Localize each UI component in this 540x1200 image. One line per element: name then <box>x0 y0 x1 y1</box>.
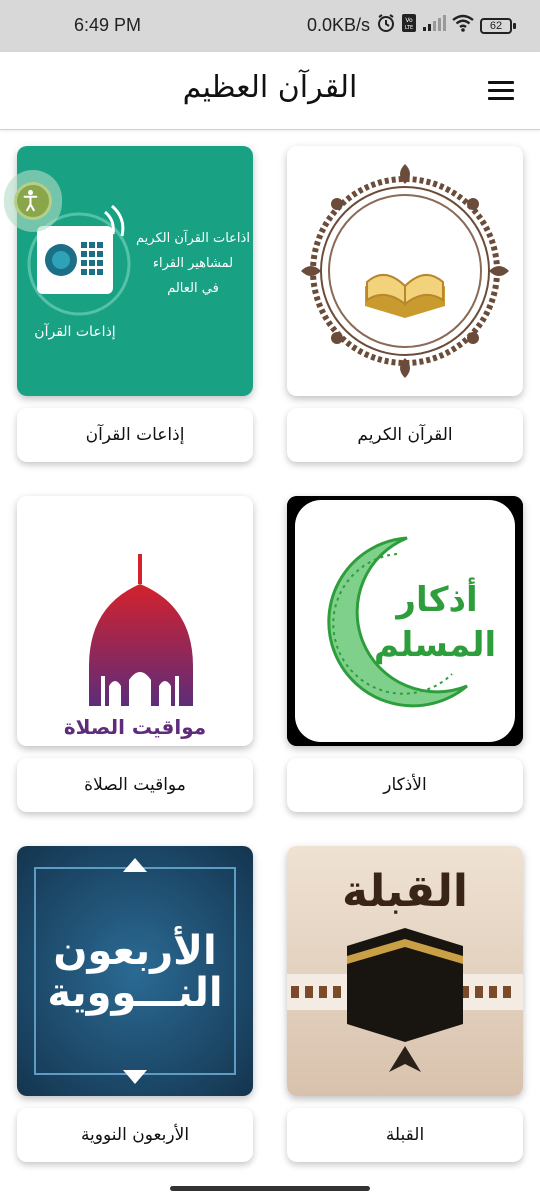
signal-icon <box>422 14 446 37</box>
radio-image-line-1: اذاعات القرآن الكريم <box>136 229 250 246</box>
quran-book-image <box>287 146 523 396</box>
alarm-icon <box>376 13 396 38</box>
azkar-image: أذكار المسلم <box>287 496 523 746</box>
nawawi-image-line-2: النـــووية <box>47 970 222 1016</box>
svg-text:LTE: LTE <box>405 25 413 31</box>
azkar-card[interactable]: أذكار المسلم <box>287 496 523 746</box>
qibla-card[interactable]: القبلة <box>287 846 523 1096</box>
quran-card[interactable] <box>287 146 523 396</box>
page-title: القرآن العظيم <box>182 70 358 105</box>
app-bar: القرآن العظيم <box>0 52 540 130</box>
qibla-image-caption: القبلة <box>342 866 468 917</box>
mosque-image: مواقيت الصلاة <box>17 496 253 746</box>
kaaba-image: القبلة <box>287 846 523 1096</box>
prayer-times-label[interactable]: مواقيت الصلاة <box>17 758 253 812</box>
nawawi-label[interactable]: الأربعون النووية <box>17 1108 253 1162</box>
home-indicator[interactable] <box>170 1186 370 1191</box>
radio-image-line-2: لمشاهير القراء <box>153 256 233 271</box>
status-icons: 0.0KB/s Vo LTE 62 <box>307 13 516 38</box>
azkar-image-line-1: أذكار <box>394 577 477 620</box>
nawawi-image-line-1: الأربعون <box>53 925 216 974</box>
radio-image-caption: إذاعات القرآن <box>34 323 116 340</box>
volte-icon: Vo LTE <box>402 14 416 37</box>
svg-text:Vo: Vo <box>405 17 413 24</box>
nawawi-image: الأربعون النـــووية <box>17 846 253 1096</box>
radio-image-line-3: في العالم <box>167 281 219 296</box>
prayer-times-card[interactable]: مواقيت الصلاة <box>17 496 253 746</box>
accessibility-icon <box>14 182 52 220</box>
nawawi-card[interactable]: الأربعون النـــووية <box>17 846 253 1096</box>
hamburger-menu-icon[interactable] <box>488 81 514 101</box>
network-speed: 0.0KB/s <box>306 15 370 35</box>
status-time: 6:49 PM <box>74 15 142 35</box>
battery-level: 62 <box>480 17 512 34</box>
quran-label[interactable]: القرآن الكريم <box>287 408 523 462</box>
battery-icon: 62 <box>480 17 516 34</box>
qibla-label[interactable]: القبلة <box>287 1108 523 1162</box>
wifi-icon <box>452 14 474 37</box>
accessibility-floating-button[interactable] <box>4 170 62 232</box>
azkar-image-line-2: المسلم <box>374 625 496 665</box>
quran-radio-label[interactable]: إذاعات القرآن <box>17 408 253 462</box>
azkar-label[interactable]: الأذكار <box>287 758 523 812</box>
status-bar: 6:49 PM 0.0KB/s Vo LTE 62 <box>0 0 540 52</box>
prayer-image-caption: مواقيت الصلاة <box>64 715 206 739</box>
